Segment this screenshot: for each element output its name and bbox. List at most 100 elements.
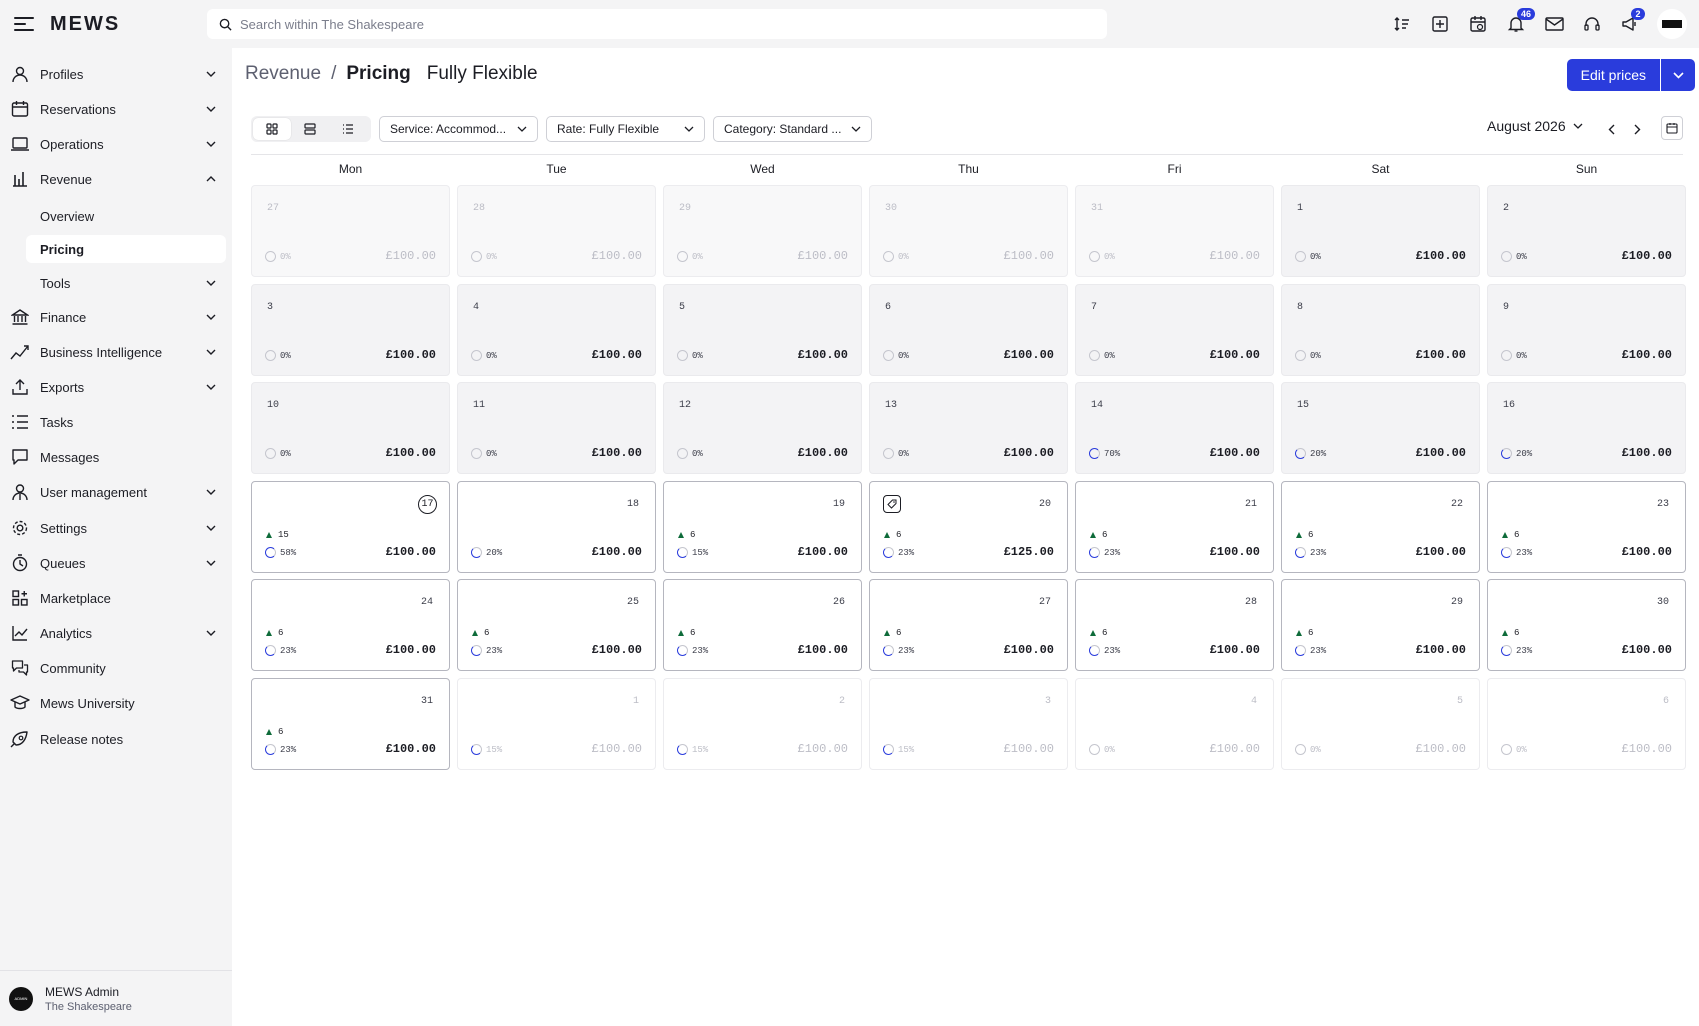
calendar-day-cell[interactable]: 29 6 23% £100.00 <box>1281 579 1480 671</box>
calendar-day-cell[interactable]: 8 0% £100.00 <box>1281 284 1480 376</box>
service-filter[interactable]: Service: Accommod... <box>379 116 538 142</box>
calendar-day-cell[interactable]: 6 0% £100.00 <box>869 284 1068 376</box>
sort-icon[interactable] <box>1383 5 1421 43</box>
calendar-day-cell[interactable]: 20 6 23% £125.00 <box>869 481 1068 573</box>
sidebar-item-mews-university[interactable]: Mews University <box>10 688 222 718</box>
occupancy: 0% <box>677 448 703 459</box>
calendar-day-cell[interactable]: 22 6 23% £100.00 <box>1281 481 1480 573</box>
calendar-day-cell[interactable]: 31 6 23% £100.00 <box>251 678 450 770</box>
month-selector[interactable]: August 2026 <box>1487 118 1583 134</box>
availability-count: 6 <box>884 530 901 540</box>
rows-view-button[interactable] <box>291 118 329 140</box>
sidebar-item-profiles[interactable]: Profiles <box>10 59 222 89</box>
availability-count: 6 <box>678 530 695 540</box>
calendar-day-cell[interactable]: 3 15% £100.00 <box>869 678 1068 770</box>
calendar-day-cell[interactable]: 23 6 23% £100.00 <box>1487 481 1686 573</box>
megaphone-icon[interactable]: 2 <box>1611 5 1649 43</box>
sidebar-item-community[interactable]: Community <box>10 653 222 683</box>
search-input[interactable] <box>240 16 1100 32</box>
occupancy-value: 0% <box>1310 251 1321 262</box>
calendar-day-cell[interactable]: 15 20% £100.00 <box>1281 382 1480 474</box>
calendar-day-cell[interactable]: 29 0% £100.00 <box>663 185 862 277</box>
calendar-day-cell[interactable]: 27 0% £100.00 <box>251 185 450 277</box>
app-logo[interactable]: MEWS <box>50 13 180 36</box>
edit-prices-button[interactable]: Edit prices <box>1566 59 1660 91</box>
calendar-day-cell[interactable]: 14 70% £100.00 <box>1075 382 1274 474</box>
calendar-day-cell[interactable]: 28 6 23% £100.00 <box>1075 579 1274 671</box>
sidebar-item-operations[interactable]: Operations <box>10 129 222 159</box>
sidebar-item-tools[interactable]: Tools <box>26 268 222 298</box>
sidebar-subitem-overview[interactable]: Overview <box>26 202 226 230</box>
calendar-day-cell[interactable]: 13 0% £100.00 <box>869 382 1068 474</box>
calendar-day-cell[interactable]: 4 0% £100.00 <box>457 284 656 376</box>
sidebar-item-revenue[interactable]: Revenue <box>10 164 222 194</box>
sidebar-item-finance[interactable]: Finance <box>10 302 222 332</box>
graduation-icon <box>10 693 30 713</box>
calendar-day-cell[interactable]: 18 20% £100.00 <box>457 481 656 573</box>
add-icon[interactable] <box>1421 5 1459 43</box>
calendar-day-cell[interactable]: 21 6 23% £100.00 <box>1075 481 1274 573</box>
calendar-day-cell[interactable]: 24 6 23% £100.00 <box>251 579 450 671</box>
sidebar-item-queues[interactable]: Queues <box>10 548 222 578</box>
sidebar-item-user-management[interactable]: User management <box>10 477 222 507</box>
user-profile[interactable]: ADMIN MEWS Admin The Shakespeare <box>0 970 232 1026</box>
menu-icon[interactable] <box>14 17 34 31</box>
mail-icon[interactable] <box>1535 5 1573 43</box>
calendar-day-cell[interactable]: 26 6 23% £100.00 <box>663 579 862 671</box>
calendar-day-cell[interactable]: 2 0% £100.00 <box>1487 185 1686 277</box>
sidebar-item-exports[interactable]: Exports <box>10 372 222 402</box>
category-filter[interactable]: Category: Standard ... <box>713 116 872 142</box>
calendar-day-cell[interactable]: 3 0% £100.00 <box>251 284 450 376</box>
occupancy-value: 0% <box>1310 350 1321 361</box>
sidebar-item-settings[interactable]: Settings <box>10 513 222 543</box>
bell-icon[interactable]: 46 <box>1497 5 1536 43</box>
sidebar-item-messages[interactable]: Messages <box>10 442 222 472</box>
grid-view-button[interactable] <box>253 118 291 140</box>
edit-prices-dropdown[interactable] <box>1661 59 1695 91</box>
calendar-day-cell[interactable]: 4 0% £100.00 <box>1075 678 1274 770</box>
calendar-day-cell[interactable]: 10 0% £100.00 <box>251 382 450 474</box>
calendar-day-cell[interactable]: 17 15 58% £100.00 <box>251 481 450 573</box>
calendar-day-cell[interactable]: 30 0% £100.00 <box>869 185 1068 277</box>
sidebar-item-label: Reservations <box>40 101 116 117</box>
calendar-day-cell[interactable]: 7 0% £100.00 <box>1075 284 1274 376</box>
calendar-day-cell[interactable]: 27 6 23% £100.00 <box>869 579 1068 671</box>
calendar-day-cell[interactable]: 5 0% £100.00 <box>663 284 862 376</box>
calendar-check-icon[interactable] <box>1459 5 1497 43</box>
sidebar-item-label: User management <box>40 484 147 500</box>
triangle-up-icon <box>472 630 478 636</box>
search-box[interactable] <box>207 9 1107 39</box>
sidebar-item-marketplace[interactable]: Marketplace <box>10 583 222 613</box>
headset-icon[interactable] <box>1573 5 1611 43</box>
calendar-day-cell[interactable]: 1 15% £100.00 <box>457 678 656 770</box>
calendar-day-cell[interactable]: 25 6 23% £100.00 <box>457 579 656 671</box>
sidebar-item-business-intelligence[interactable]: Business Intelligence <box>10 337 222 367</box>
calendar-day-cell[interactable]: 30 6 23% £100.00 <box>1487 579 1686 671</box>
calendar-day-cell[interactable]: 16 20% £100.00 <box>1487 382 1686 474</box>
sidebar-item-release-notes[interactable]: Release notes <box>10 724 222 754</box>
calendar-day-cell[interactable]: 1 0% £100.00 <box>1281 185 1480 277</box>
calendar-day-cell[interactable]: 11 0% £100.00 <box>457 382 656 474</box>
calendar-day-cell[interactable]: 19 6 15% £100.00 <box>663 481 862 573</box>
calendar-day-cell[interactable]: 9 0% £100.00 <box>1487 284 1686 376</box>
calendar-day-cell[interactable]: 28 0% £100.00 <box>457 185 656 277</box>
sidebar-item-reservations[interactable]: Reservations <box>10 94 222 124</box>
calendar-day-cell[interactable]: 12 0% £100.00 <box>663 382 862 474</box>
date-picker-button[interactable] <box>1661 116 1683 140</box>
calendar-day-cell[interactable]: 31 0% £100.00 <box>1075 185 1274 277</box>
calendar-day-cell[interactable]: 2 15% £100.00 <box>663 678 862 770</box>
previous-month-button[interactable] <box>1602 120 1620 138</box>
sidebar-item-analytics[interactable]: Analytics <box>10 618 222 648</box>
next-month-button[interactable] <box>1628 120 1646 138</box>
sidebar-subitem-pricing[interactable]: Pricing <box>26 235 226 263</box>
list-view-button[interactable] <box>329 118 367 140</box>
rate-filter[interactable]: Rate: Fully Flexible <box>546 116 705 142</box>
price-value: £100.00 <box>385 643 436 657</box>
avatar[interactable] <box>1657 9 1687 39</box>
breadcrumb-revenue[interactable]: Revenue <box>245 63 321 85</box>
triangle-up-icon <box>266 729 272 735</box>
sidebar-item-tasks[interactable]: Tasks <box>10 407 222 437</box>
calendar-day-cell[interactable]: 5 0% £100.00 <box>1281 678 1480 770</box>
calendar-day-cell[interactable]: 6 0% £100.00 <box>1487 678 1686 770</box>
price-adjustment-tag-icon[interactable] <box>883 495 901 513</box>
